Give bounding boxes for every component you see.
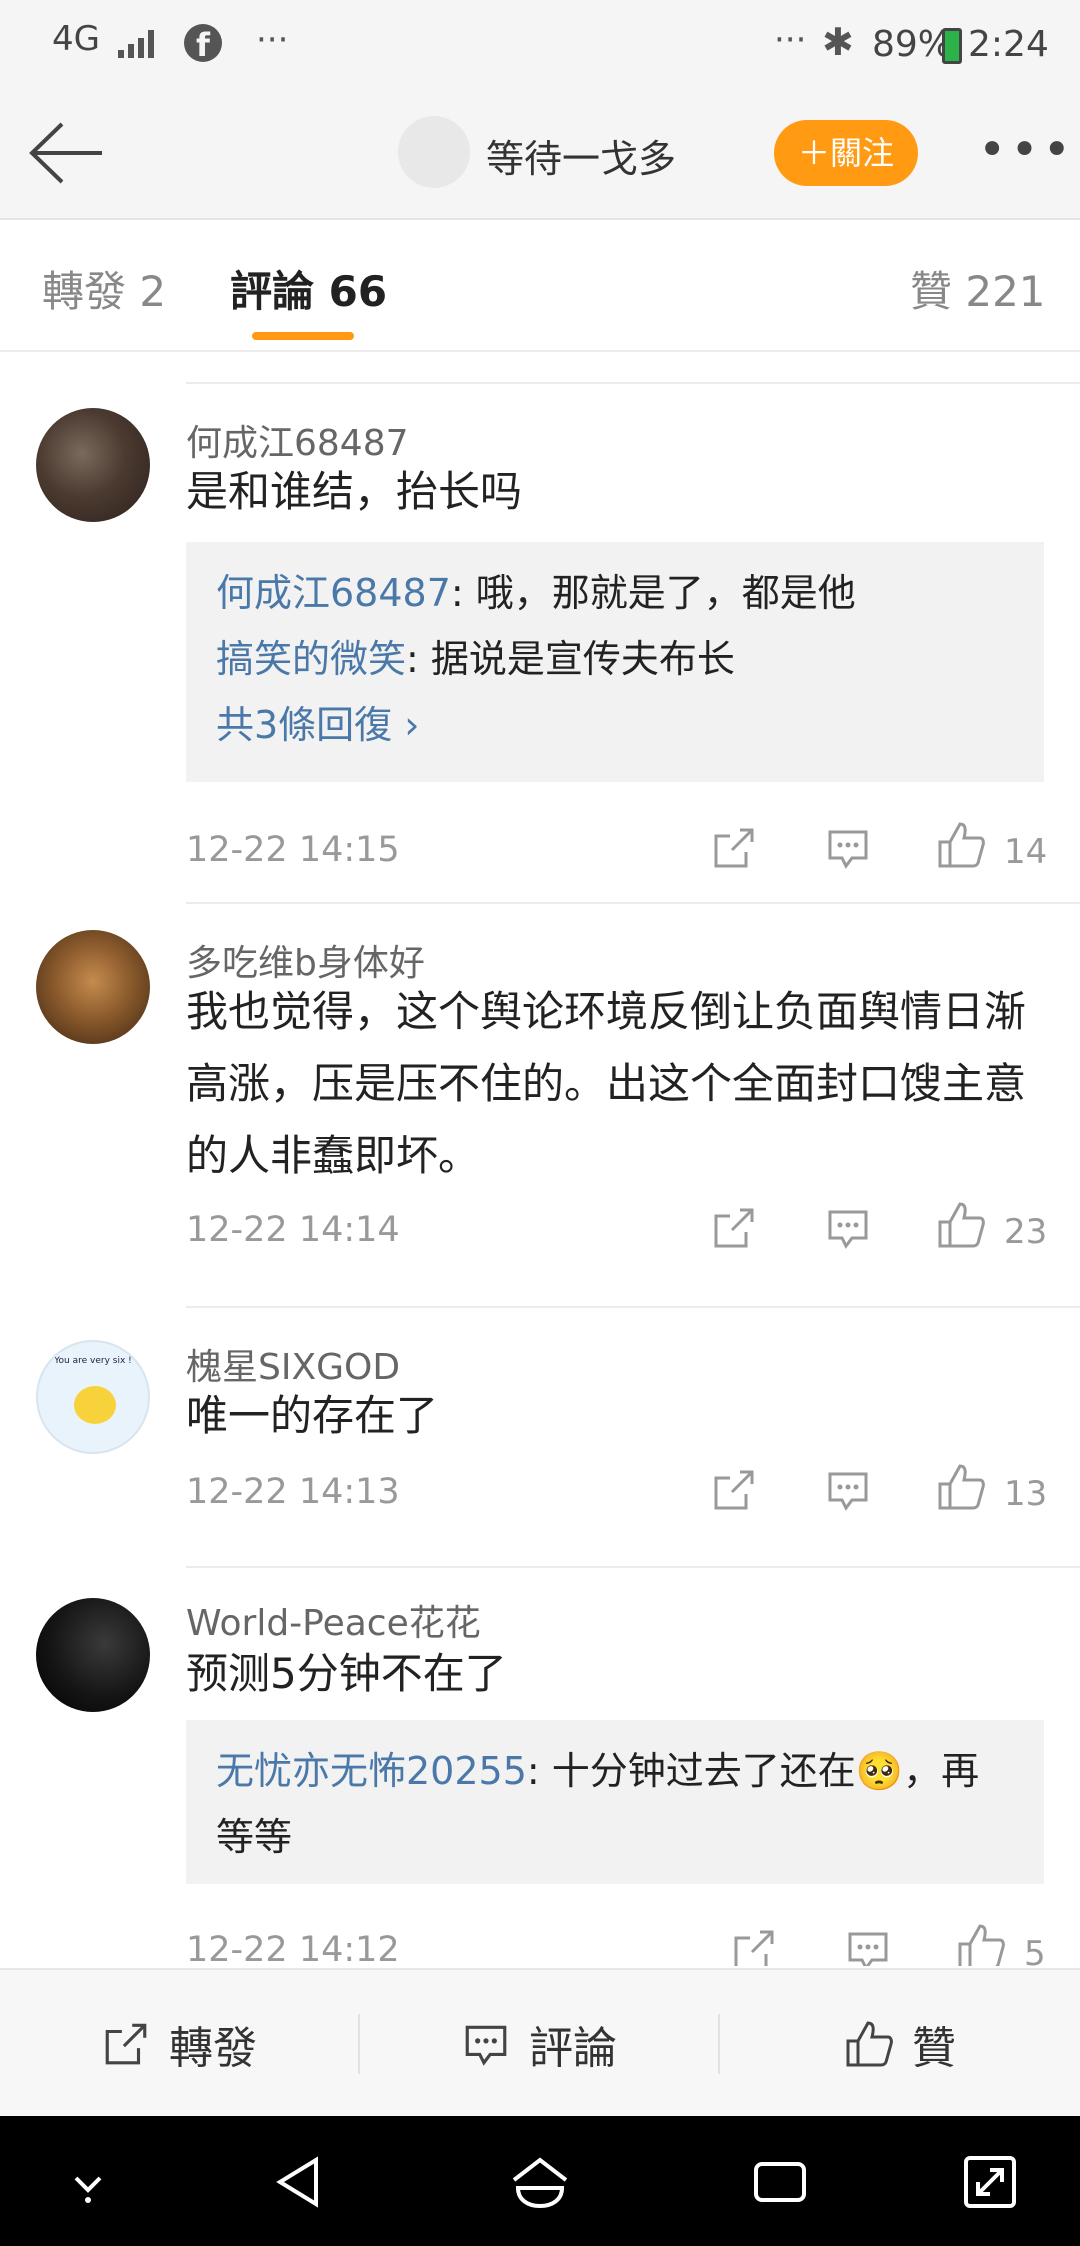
reply-box[interactable]: 无忧亦无怖20255: 十分钟过去了还在🥺，再等等 xyxy=(186,1720,1044,1884)
back-icon[interactable] xyxy=(270,2150,334,2214)
comment-button[interactable]: 評論 xyxy=(360,1970,718,2118)
divider xyxy=(186,902,1080,904)
share-icon[interactable] xyxy=(730,1926,778,1966)
tab-likes[interactable]: 贊 221 xyxy=(910,258,1046,319)
more-notifications-icon: ··· xyxy=(256,20,289,60)
reply-username[interactable]: 搞笑的微笑 xyxy=(216,637,406,681)
comment-time: 12-22 14:14 xyxy=(186,1210,400,1250)
reply-icon[interactable] xyxy=(844,1926,892,1966)
thumbs-up-icon xyxy=(846,2021,893,2067)
bluetooth-icon: ✱ xyxy=(822,20,854,64)
reply-icon[interactable] xyxy=(824,1204,872,1252)
comment-text: 预测5分钟不在了 xyxy=(186,1649,507,1698)
user-avatar[interactable] xyxy=(36,1598,150,1712)
divider xyxy=(186,382,1080,384)
author-avatar[interactable] xyxy=(398,116,470,188)
tab-bar: 轉發 2 評論 66 贊 221 xyxy=(0,220,1080,352)
network-indicator: 4G xyxy=(52,19,100,59)
clock: 2:24 xyxy=(968,24,1049,65)
comment-label: 評論 xyxy=(529,2023,617,2074)
reply-item: 何成江68487: 哦，那就是了，都是他 xyxy=(216,560,1014,626)
active-tab-indicator xyxy=(252,332,354,340)
system-nav-bar xyxy=(0,2116,1080,2246)
share-icon[interactable] xyxy=(710,824,758,872)
comment-time: 12-22 14:12 xyxy=(186,1930,400,1966)
status-bar: 4G f ··· ··· ✱ 89% 2:24 xyxy=(0,0,1080,90)
like-icon[interactable] xyxy=(936,820,986,870)
comment-icon xyxy=(465,2025,507,2066)
user-avatar[interactable] xyxy=(36,930,150,1044)
tab-comments[interactable]: 評論 66 xyxy=(230,258,387,319)
reply-text: : 据说是宣传夫布长 xyxy=(406,637,735,681)
like-icon[interactable] xyxy=(936,1462,986,1512)
author-name[interactable]: 等待一戈多 xyxy=(486,128,676,183)
repost-button[interactable]: 轉發 xyxy=(0,1970,358,2118)
like-count: 5 xyxy=(1024,1934,1046,1966)
top-header: 等待一戈多 ＋關注 ••• xyxy=(0,90,1080,220)
reply-text: : 哦，那就是了，都是他 xyxy=(450,571,856,615)
expand-icon[interactable] xyxy=(958,2150,1022,2214)
user-avatar[interactable] xyxy=(36,408,150,522)
comment-text: 是和谁结，抬长吗 xyxy=(186,467,523,516)
user-avatar[interactable]: You are very six ! xyxy=(36,1340,150,1454)
share-icon[interactable] xyxy=(710,1466,758,1514)
comment-time: 12-22 14:15 xyxy=(186,830,400,870)
reply-icon[interactable] xyxy=(824,824,872,872)
facebook-icon: f xyxy=(184,24,222,64)
reply-item: 搞笑的微笑: 据说是宣传夫布长 xyxy=(216,626,1014,692)
follow-button[interactable]: ＋關注 xyxy=(774,120,918,186)
comment-text: 我也觉得，这个舆论环境反倒让负面舆情日渐高涨，压是压不住的。出这个全面封口馊主意… xyxy=(186,987,1027,1180)
home-icon[interactable] xyxy=(508,2150,572,2214)
divider xyxy=(186,1566,1080,1568)
like-button[interactable]: 贊 xyxy=(720,1970,1080,2118)
hide-keyboard-icon[interactable] xyxy=(56,2150,120,2214)
signal-icon xyxy=(118,30,154,58)
battery-icon xyxy=(942,28,962,64)
avatar-caption: You are very six ! xyxy=(54,1356,132,1366)
bottom-action-bar: 轉發 評論 贊 xyxy=(0,1968,1080,2118)
like-count: 14 xyxy=(1004,832,1048,872)
comment-list[interactable]: 何成江68487 是和谁结，抬长吗 何成江68487: 哦，那就是了，都是他 搞… xyxy=(0,352,1080,1966)
recent-apps-icon[interactable] xyxy=(748,2150,812,2214)
battery-percent: 89% xyxy=(872,24,953,65)
view-more-replies-link[interactable]: 共3條回復 › xyxy=(216,692,1014,758)
like-label: 贊 xyxy=(912,2023,956,2074)
like-icon[interactable] xyxy=(936,1200,986,1250)
back-arrow-icon[interactable] xyxy=(26,118,106,188)
share-icon[interactable] xyxy=(710,1204,758,1252)
comment-time: 12-22 14:13 xyxy=(186,1472,400,1512)
like-count: 13 xyxy=(1004,1474,1048,1514)
like-icon[interactable] xyxy=(956,1922,1006,1966)
reply-username[interactable]: 何成江68487 xyxy=(216,571,451,615)
comment-text: 唯一的存在了 xyxy=(186,1391,439,1440)
reply-username[interactable]: 无忧亦无怖20255 xyxy=(216,1749,527,1793)
divider xyxy=(186,1306,1080,1308)
more-options-button[interactable]: ••• xyxy=(978,120,1071,180)
reply-box[interactable]: 何成江68487: 哦，那就是了，都是他 搞笑的微笑: 据说是宣传夫布长 共3條… xyxy=(186,542,1044,782)
tab-repost[interactable]: 轉發 2 xyxy=(42,258,166,319)
status-dots-icon: ··· xyxy=(774,20,807,60)
like-count: 23 xyxy=(1004,1212,1048,1252)
share-icon xyxy=(105,2023,147,2065)
reply-icon[interactable] xyxy=(824,1466,872,1514)
reply-item: 无忧亦无怖20255: 十分钟过去了还在🥺，再等等 xyxy=(216,1738,1014,1870)
repost-label: 轉發 xyxy=(169,2023,257,2074)
